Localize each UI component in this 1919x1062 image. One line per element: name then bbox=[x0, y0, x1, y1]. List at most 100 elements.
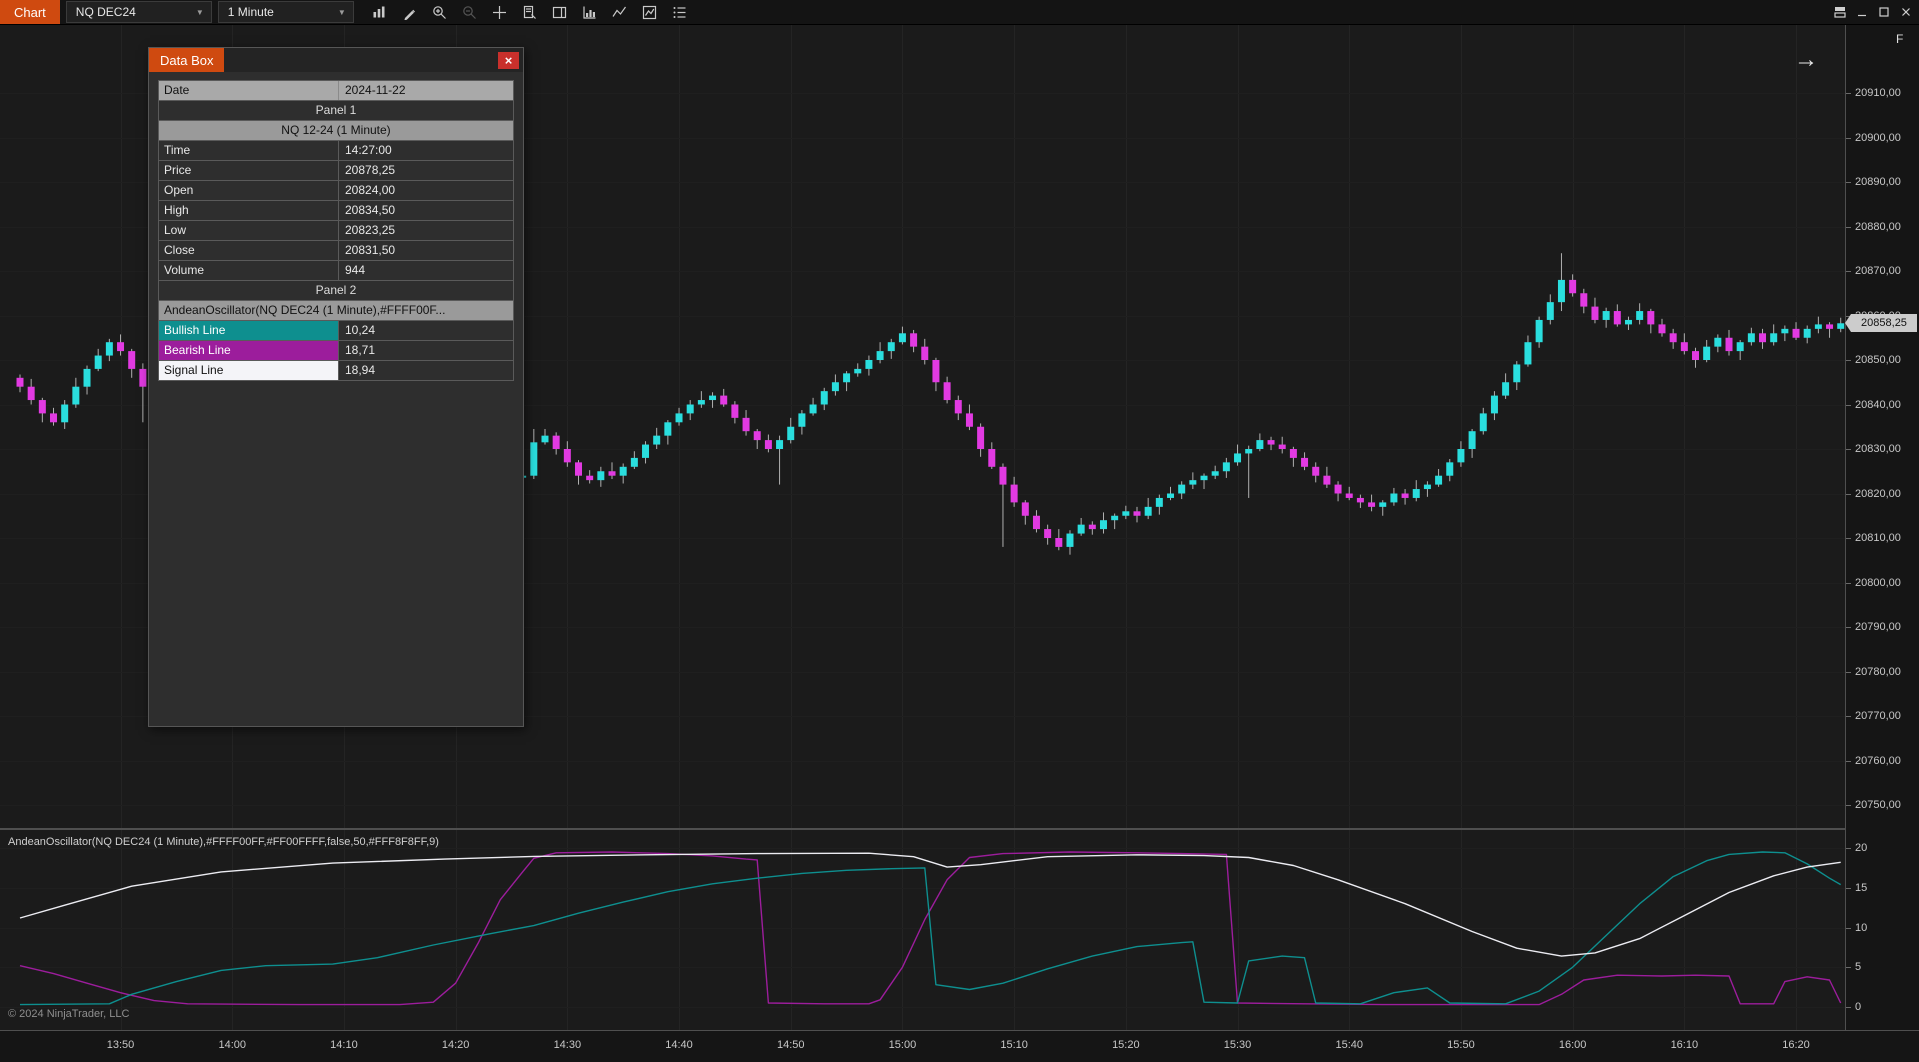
time-axis-label: 14:10 bbox=[330, 1039, 358, 1051]
time-axis-label: 14:30 bbox=[553, 1039, 582, 1051]
zoom-out-icon bbox=[462, 5, 476, 19]
price-axis-label: 20870,00 bbox=[1846, 265, 1901, 277]
axis-bars-icon bbox=[583, 6, 596, 19]
minimize-button[interactable] bbox=[1852, 2, 1872, 22]
chevron-down-icon: ▼ bbox=[337, 7, 346, 17]
oscillator-axis-label: 15 bbox=[1845, 881, 1868, 894]
data-box-window: Data Box × Date 2024-11-22 Panel 1 NQ 12-24… bbox=[148, 47, 524, 727]
maximize-icon bbox=[1879, 7, 1889, 17]
oscillator-panel-canvas[interactable] bbox=[0, 830, 1845, 1030]
databox-row-label: Low bbox=[159, 221, 339, 240]
time-axis-label: 15:50 bbox=[1447, 1039, 1475, 1051]
fixed-scale-indicator[interactable]: F bbox=[1896, 32, 1903, 46]
time-axis-label: 16:20 bbox=[1782, 1039, 1810, 1051]
price-axis-label: 20900,00 bbox=[1846, 131, 1901, 144]
last-price-marker: 20858,25 bbox=[1845, 314, 1917, 333]
copyright-text: © 2024 NinjaTrader, LLC bbox=[8, 1008, 130, 1020]
oscillator-axis-label: 0 bbox=[1845, 1001, 1862, 1013]
price-axis[interactable]: 20910,00 20900,00 20890,00 20880,00 20870,00… bbox=[1845, 24, 1919, 1030]
crosshair-icon bbox=[492, 5, 506, 19]
crosshair-button[interactable] bbox=[486, 1, 513, 23]
databox-row-label: Volume bbox=[159, 261, 339, 280]
data-box-title: Data Box bbox=[149, 48, 225, 72]
price-axis-label: 20750,00 bbox=[1846, 799, 1901, 811]
oscillator-label: AndeanOscillator(NQ DEC24 (1 Minute),#FF… bbox=[8, 836, 439, 848]
time-axis-label: 16:10 bbox=[1670, 1039, 1699, 1051]
price-axis-label: 20810,00 bbox=[1846, 532, 1901, 544]
scroll-to-end-arrow[interactable]: → bbox=[1794, 46, 1818, 74]
minimize-icon bbox=[1858, 14, 1866, 17]
price-axis-label: 20760,00 bbox=[1846, 754, 1901, 767]
time-axis-label: 14:40 bbox=[665, 1039, 693, 1051]
price-axis-label: 20910,00 bbox=[1846, 87, 1901, 99]
data-box-close-button[interactable]: × bbox=[498, 51, 519, 69]
data-box-titlebar[interactable]: Data Box × bbox=[149, 48, 523, 72]
chart-trader-button[interactable] bbox=[546, 1, 573, 23]
maximize-button[interactable] bbox=[1874, 2, 1894, 22]
databox-band-row: AndeanOscillator(NQ DEC24 (1 Minute),#FF… bbox=[158, 301, 514, 321]
databox-row: Close 20831,50 bbox=[158, 241, 514, 261]
time-axis[interactable]: 13:50 14:00 14:10 14:20 14:30 14:40 14:50 15:00… bbox=[0, 1030, 1919, 1062]
price-axis-label: 20830,00 bbox=[1846, 443, 1901, 455]
price-axis-label: 20800,00 bbox=[1846, 576, 1901, 589]
close-button[interactable] bbox=[1896, 2, 1916, 22]
time-axis-label: 15:40 bbox=[1335, 1039, 1363, 1051]
databox-row-label: High bbox=[159, 201, 339, 220]
oscillator-axis-label: 20 bbox=[1845, 842, 1868, 854]
data-sheet-icon bbox=[523, 5, 536, 19]
price-axis-label: 20770,00 bbox=[1846, 710, 1901, 722]
databox-band-row: NQ 12-24 (1 Minute) bbox=[158, 121, 514, 141]
databox-row-label: Price bbox=[159, 161, 339, 180]
stacked-windows-icon bbox=[1834, 7, 1846, 18]
indicators-button[interactable] bbox=[666, 1, 693, 23]
price-axis-label: 20890,00 bbox=[1846, 176, 1901, 188]
zoom-in-button[interactable] bbox=[426, 1, 453, 23]
databox-row: Time 14:27:00 bbox=[158, 141, 514, 161]
time-axis-label: 13:50 bbox=[106, 1039, 135, 1051]
panels-button[interactable] bbox=[1830, 2, 1850, 22]
databox-band-row: Panel 2 bbox=[158, 281, 514, 301]
zoom-out-button[interactable] bbox=[456, 1, 483, 23]
databox-row-value: 20824,00 bbox=[345, 183, 396, 197]
time-axis-label: 14:50 bbox=[776, 1039, 805, 1051]
interval-selector[interactable]: 1 Minute ▼ bbox=[217, 1, 354, 23]
oscillator-axis-label: 5 bbox=[1845, 961, 1862, 974]
time-axis-label: 14:00 bbox=[218, 1039, 246, 1051]
databox-band-row: Panel 1 bbox=[158, 101, 514, 121]
price-axis-label: 20780,00 bbox=[1846, 665, 1901, 678]
databox-row-value: 944 bbox=[345, 263, 366, 277]
chart-style-button[interactable] bbox=[366, 1, 393, 23]
price-axis-label: 20880,00 bbox=[1846, 220, 1901, 233]
interval-value: 1 Minute bbox=[227, 5, 274, 19]
databox-row-label: Bullish Line bbox=[159, 321, 339, 340]
pencil-icon bbox=[404, 9, 415, 20]
trend-line-button[interactable] bbox=[606, 1, 633, 23]
data-box-table: Date 2024-11-22 Panel 1 NQ 12-24 (1 Minute)… bbox=[158, 80, 514, 381]
databox-row: Bearish Line 18,71 bbox=[158, 341, 514, 361]
time-axis-label: 15:20 bbox=[1112, 1039, 1140, 1051]
databox-row-label: Signal Line bbox=[159, 361, 339, 380]
chart-properties-button[interactable] bbox=[636, 1, 663, 23]
time-axis-label: 15:10 bbox=[1000, 1039, 1028, 1051]
chevron-down-icon: ▼ bbox=[195, 7, 204, 17]
zoom-in-icon bbox=[432, 5, 446, 19]
databox-row-value: 18,71 bbox=[345, 343, 376, 357]
databox-row-label: Date bbox=[159, 81, 339, 100]
databox-row: Low 20823,25 bbox=[158, 221, 514, 241]
toolbar-tools bbox=[366, 1, 693, 23]
databox-row-value: 20878,25 bbox=[345, 163, 396, 177]
price-axis-label: 20840,00 bbox=[1846, 398, 1901, 411]
databox-row-value: 2024-11-22 bbox=[345, 83, 406, 97]
price-axis-label: 20790,00 bbox=[1846, 621, 1901, 633]
databox-row: Date 2024-11-22 bbox=[158, 80, 514, 101]
databox-row-label: Close bbox=[159, 241, 339, 260]
databox-row: Volume 944 bbox=[158, 261, 514, 281]
databox-row: High 20834,50 bbox=[158, 201, 514, 221]
databox-row-label: Bearish Line bbox=[159, 341, 339, 360]
data-box-button[interactable] bbox=[516, 1, 543, 23]
databox-row-value: 10,24 bbox=[345, 323, 376, 337]
window-controls bbox=[1830, 2, 1919, 22]
bar-interval-button[interactable] bbox=[576, 1, 603, 23]
drawing-tools-button[interactable] bbox=[396, 1, 423, 23]
instrument-selector[interactable]: NQ DEC24 ▼ bbox=[65, 1, 212, 23]
